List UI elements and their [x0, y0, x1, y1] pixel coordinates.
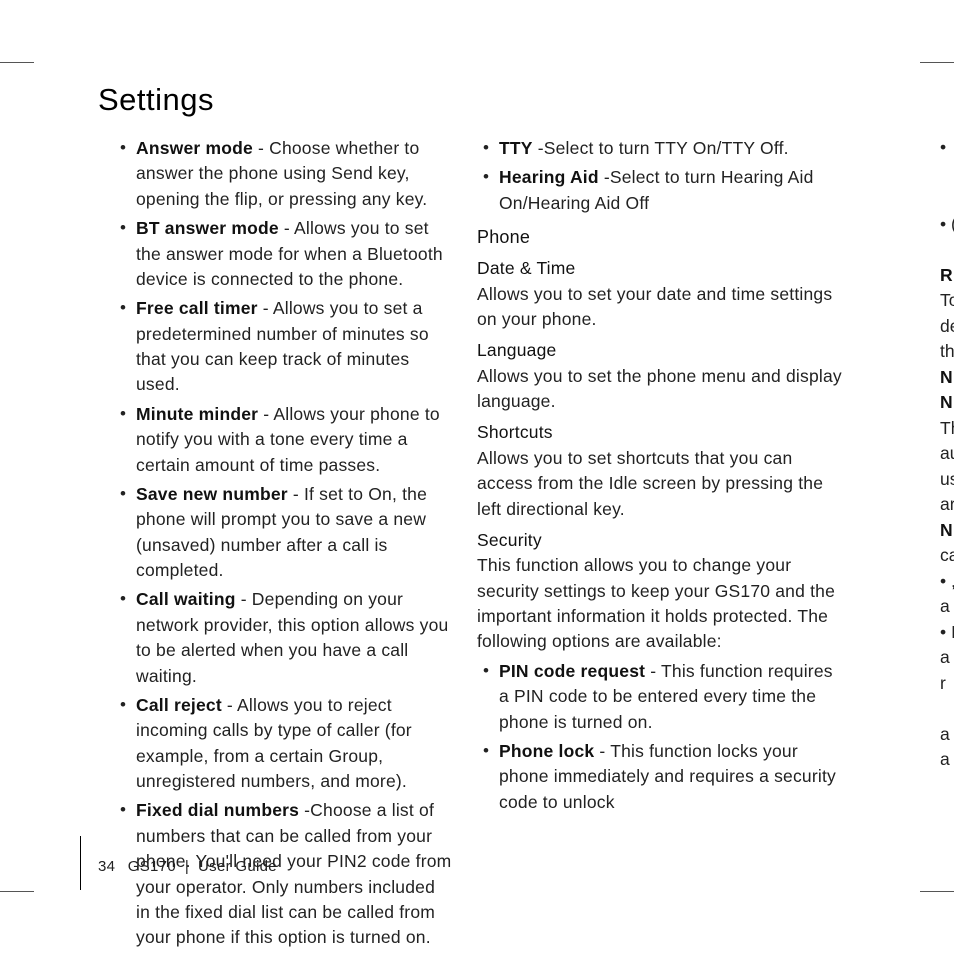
- overflow-line-6: To: [940, 288, 954, 314]
- left-item-bold-7: Fixed dial numbers: [136, 800, 299, 820]
- left-item-2: Free call timer - Allows you to set a pr…: [114, 296, 453, 398]
- right-column: TTY -Select to turn TTY On/TTY Off. Heari…: [477, 136, 842, 955]
- left-item-bold-0: Answer mode: [136, 138, 253, 158]
- section-language-body: Allows you to set the phone menu and dis…: [477, 364, 842, 415]
- left-item-1: BT answer mode - Allows you to set the a…: [114, 216, 453, 292]
- overflow-line-12: au: [940, 441, 954, 467]
- left-item-bold-4: Save new number: [136, 484, 288, 504]
- columns-wrapper: Answer mode - Choose whether to answer t…: [98, 136, 878, 955]
- overflow-line-0: •: [940, 135, 954, 161]
- left-item-3: Minute minder - Allows your phone to not…: [114, 402, 453, 478]
- footer-product: GS170: [128, 858, 176, 875]
- overflow-line-2: [940, 186, 954, 212]
- overflow-line-7: de: [940, 314, 954, 340]
- page-content: Settings Answer mode - Choose whether to…: [98, 82, 878, 955]
- section-language-heading: Language: [477, 338, 842, 363]
- page-title: Settings: [98, 82, 878, 118]
- overflow-line-8: th: [940, 339, 954, 365]
- section-shortcuts-body: Allows you to set shortcuts that you can…: [477, 446, 842, 522]
- left-item-4: Save new number - If set to On, the phon…: [114, 482, 453, 584]
- left-item-bold-3: Minute minder: [136, 404, 258, 424]
- left-item-bold-6: Call reject: [136, 695, 222, 715]
- left-item-0: Answer mode - Choose whether to answer t…: [114, 136, 453, 212]
- footer-doc-label: User Guide: [198, 858, 277, 875]
- overflow-line-16: ca: [940, 543, 954, 569]
- overflow-line-3: • (: [940, 212, 954, 238]
- overflow-line-1: [940, 161, 954, 187]
- left-item-bold-1: BT answer mode: [136, 218, 279, 238]
- overflow-line-9: N: [940, 365, 954, 391]
- crop-mark-top-right: [920, 62, 954, 63]
- left-item-6: Call reject - Allows you to reject incom…: [114, 693, 453, 795]
- left-item-bold-2: Free call timer: [136, 298, 258, 318]
- crop-mark-top-left: [0, 62, 34, 63]
- footer-separator: |: [180, 858, 198, 875]
- footer-side-rule: [80, 836, 81, 890]
- page-number: 34: [98, 858, 115, 875]
- security-item-bold-1: Phone lock: [499, 741, 594, 761]
- right-top-item-1: Hearing Aid -Select to turn Hearing Aid …: [477, 165, 842, 216]
- left-column: Answer mode - Choose whether to answer t…: [98, 136, 453, 955]
- overflow-line-14: ar: [940, 492, 954, 518]
- right-top-item-bold-1: Hearing Aid: [499, 167, 599, 187]
- overflow-line-22: [940, 696, 954, 722]
- page-footer: 34 GS170 | User Guide: [98, 858, 277, 875]
- security-item-1: Phone lock - This function locks your ph…: [477, 739, 842, 815]
- right-top-item-0: TTY -Select to turn TTY On/TTY Off.: [477, 136, 842, 161]
- overflow-line-15: N: [940, 518, 954, 544]
- overflow-line-17: • ,: [940, 569, 954, 595]
- crop-mark-bottom-right: [920, 891, 954, 892]
- security-item-0: PIN code request - This function require…: [477, 659, 842, 735]
- right-top-item-rest-0: -Select to turn TTY On/TTY Off.: [533, 138, 789, 158]
- section-security-heading: Security: [477, 528, 842, 553]
- section-security-body: This function allows you to change your …: [477, 553, 842, 655]
- right-top-item-bold-0: TTY: [499, 138, 533, 158]
- section-phone-heading: Phone: [477, 224, 842, 250]
- overflow-line-21: r: [940, 671, 954, 697]
- overflow-line-23: a: [940, 722, 954, 748]
- overflow-line-13: us: [940, 467, 954, 493]
- overflow-line-5: R: [940, 263, 954, 289]
- overflow-line-24: a: [940, 747, 954, 773]
- next-page-overflow: •• (RTodethNNThauusarNca• ,a• Iaraa: [940, 135, 954, 773]
- overflow-line-4: [940, 237, 954, 263]
- section-shortcuts-heading: Shortcuts: [477, 420, 842, 445]
- overflow-line-11: Th: [940, 416, 954, 442]
- crop-mark-bottom-left: [0, 891, 34, 892]
- left-item-bold-5: Call waiting: [136, 589, 236, 609]
- overflow-line-20: a: [940, 645, 954, 671]
- left-item-5: Call waiting - Depending on your network…: [114, 587, 453, 689]
- overflow-line-10: N: [940, 390, 954, 416]
- section-date-time-heading: Date & Time: [477, 256, 842, 281]
- overflow-line-18: a: [940, 594, 954, 620]
- section-date-time-body: Allows you to set your date and time set…: [477, 282, 842, 333]
- overflow-line-19: • I: [940, 620, 954, 646]
- security-item-bold-0: PIN code request: [499, 661, 645, 681]
